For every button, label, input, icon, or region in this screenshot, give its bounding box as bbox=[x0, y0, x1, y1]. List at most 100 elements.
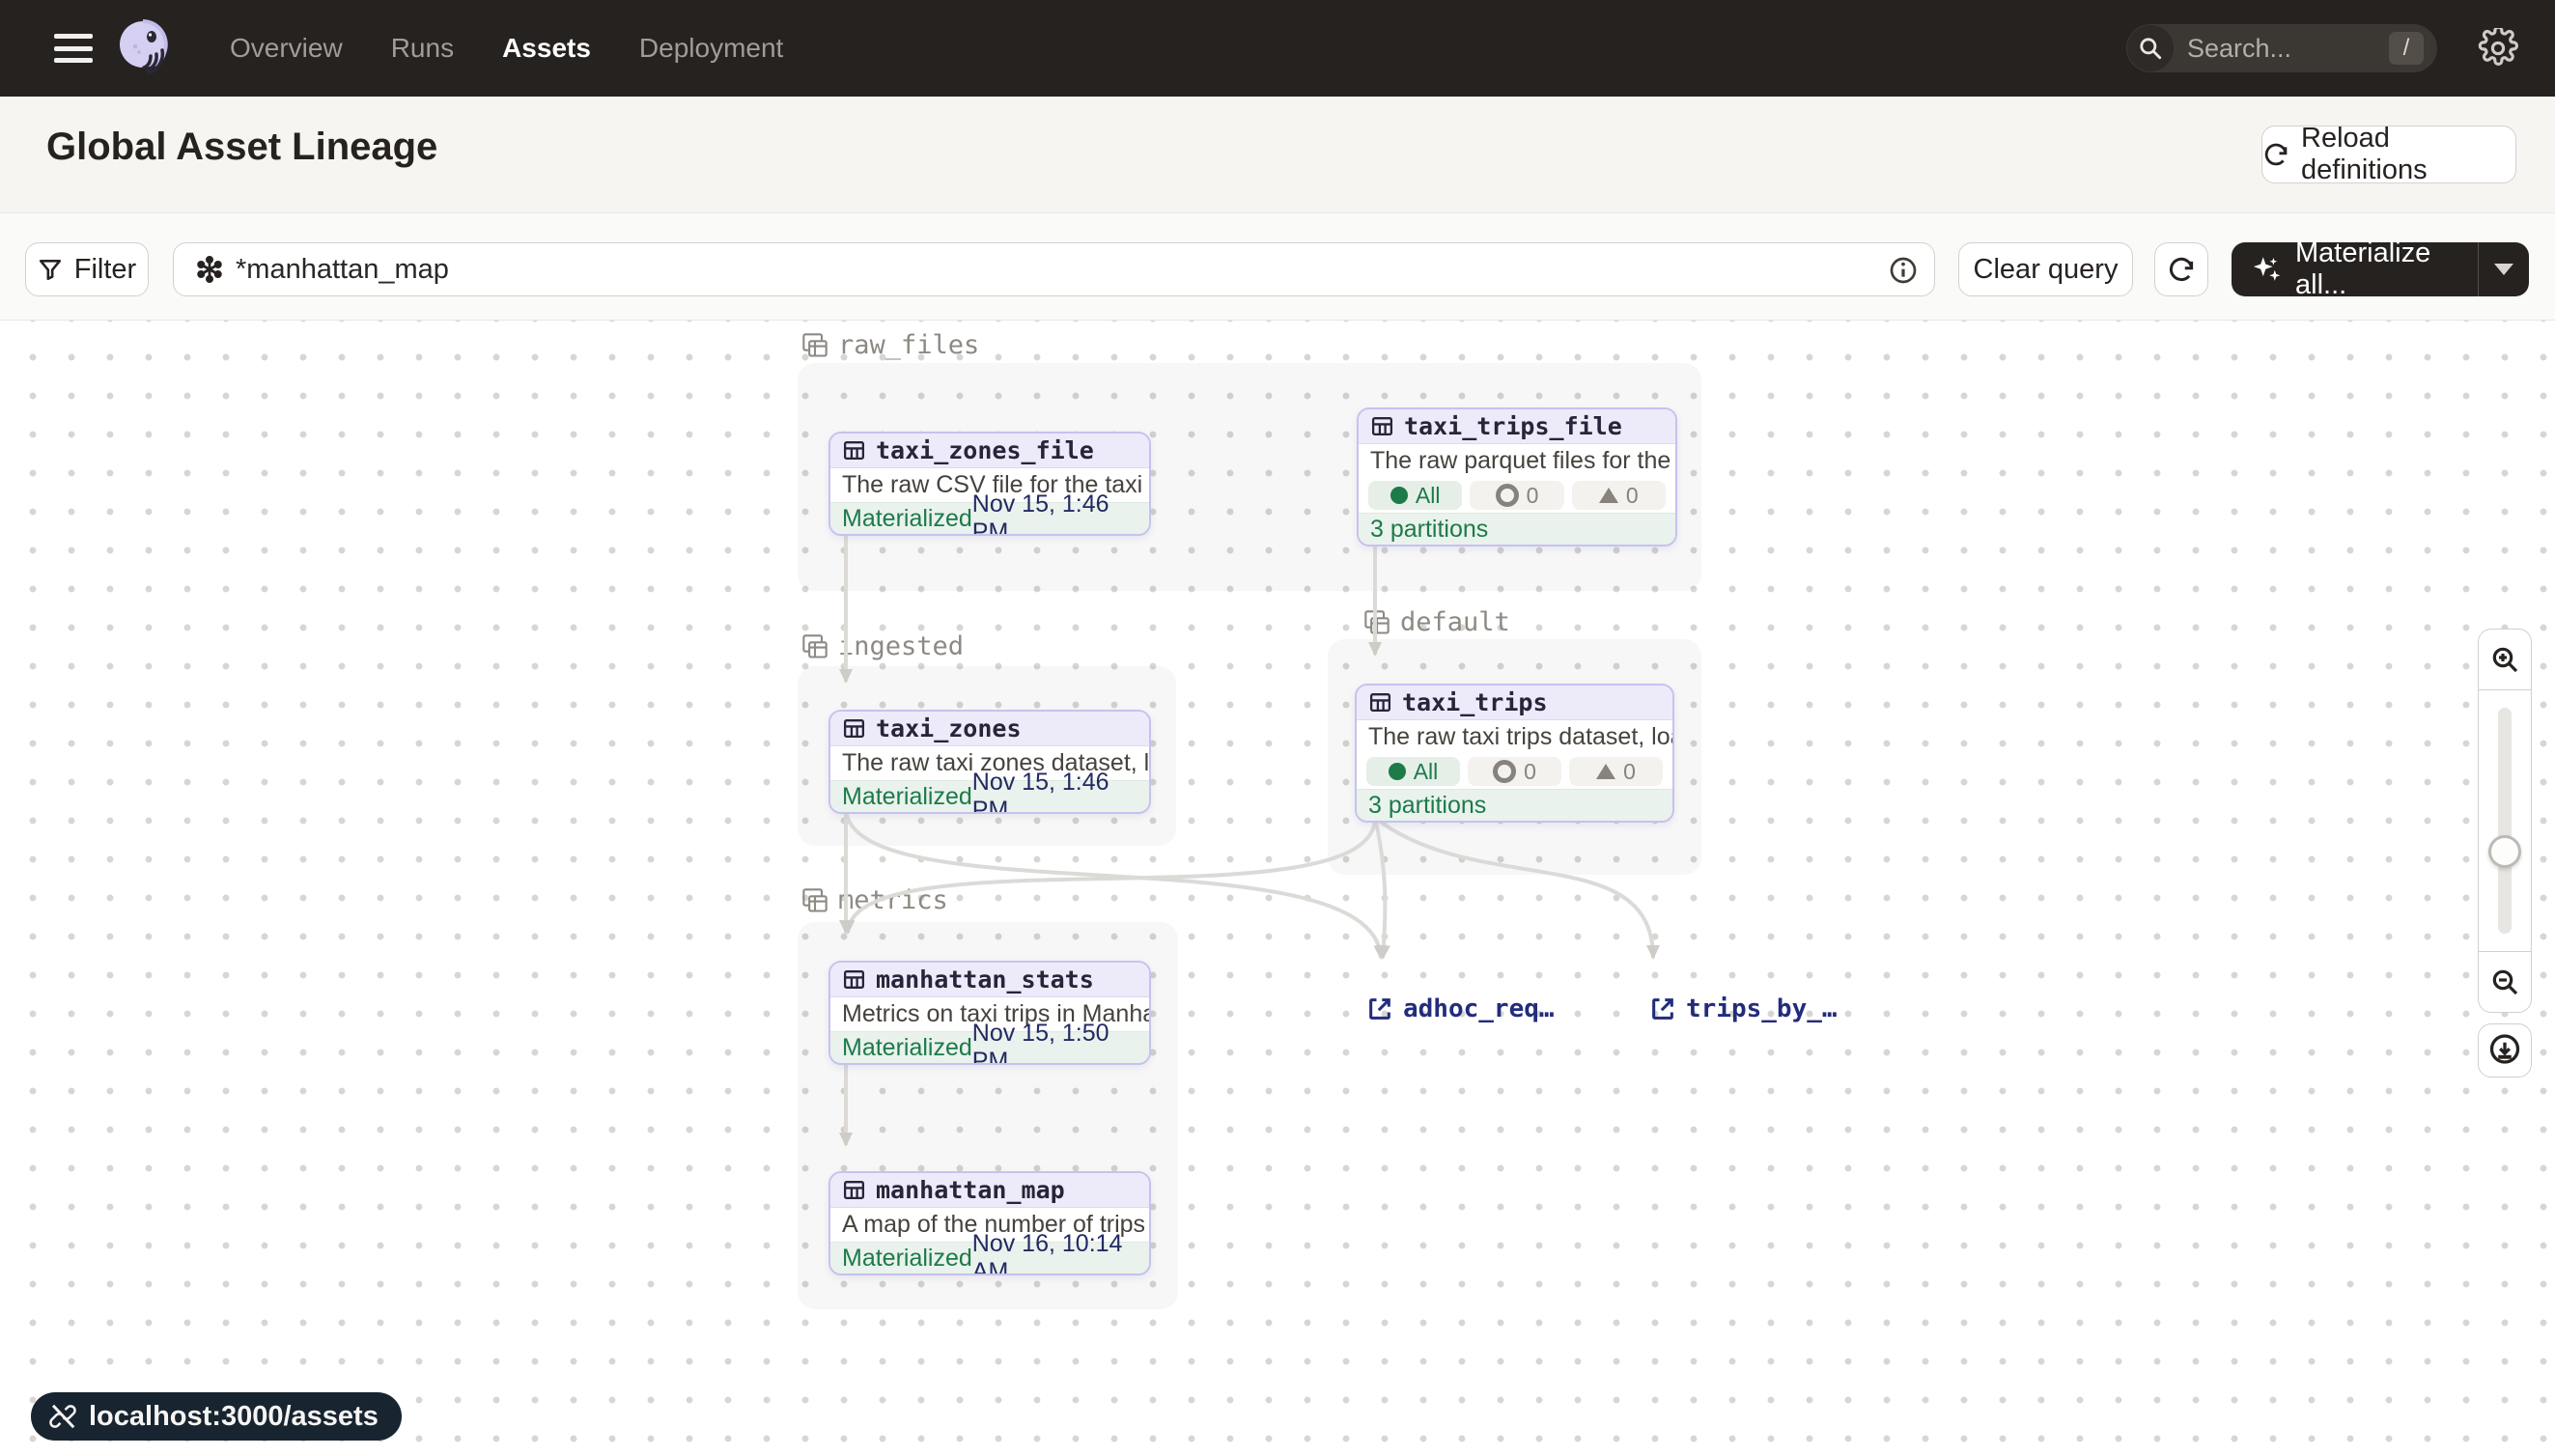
materialization-timestamp[interactable]: Nov 15, 1:50 PM bbox=[972, 1020, 1137, 1065]
external-asset-adhoc-request[interactable]: adhoc_req… bbox=[1366, 994, 1555, 1023]
ring-icon bbox=[1496, 484, 1519, 507]
asset-name: taxi_trips_file bbox=[1404, 412, 1622, 440]
asset-node-taxi-trips-file[interactable]: taxi_trips_file The raw parquet files fo… bbox=[1357, 407, 1677, 546]
zoom-slider-handle[interactable] bbox=[2488, 835, 2521, 868]
refresh-graph-button[interactable] bbox=[2154, 242, 2208, 296]
asset-name: manhattan_map bbox=[876, 1176, 1065, 1204]
asset-name: taxi_zones_file bbox=[876, 436, 1094, 464]
group-tables-icon bbox=[801, 332, 828, 359]
partitions-all-pill[interactable]: All bbox=[1368, 481, 1462, 510]
reload-icon bbox=[2262, 141, 2289, 168]
group-label-raw-files[interactable]: raw_files bbox=[801, 330, 979, 360]
url-status-badge: localhost:3000/assets bbox=[31, 1392, 402, 1441]
asset-description: The raw taxi trips dataset, loaded into … bbox=[1357, 720, 1672, 754]
top-nav: Overview Runs Assets Deployment Search..… bbox=[0, 0, 2555, 97]
group-label-default[interactable]: default bbox=[1363, 607, 1510, 637]
partitions-failed-pill[interactable]: 0 bbox=[1470, 481, 1563, 510]
asset-node-taxi-trips[interactable]: taxi_trips The raw taxi trips dataset, l… bbox=[1355, 684, 1674, 823]
url-text: localhost:3000/assets bbox=[89, 1401, 379, 1433]
zoom-slider[interactable] bbox=[2479, 689, 2531, 952]
lineage-canvas[interactable]: raw_files ingested default metrics bbox=[0, 321, 2555, 1456]
table-icon bbox=[1370, 414, 1394, 438]
group-name: default bbox=[1400, 607, 1510, 637]
asset-selection-input[interactable]: *manhattan_map bbox=[173, 242, 1935, 296]
group-tables-icon bbox=[801, 887, 828, 914]
query-info-icon[interactable] bbox=[1888, 255, 1919, 291]
nav-item-assets[interactable]: Assets bbox=[502, 33, 591, 64]
zoom-controls bbox=[2478, 629, 2532, 1013]
search-icon bbox=[2127, 25, 2174, 71]
status-badge: Materialized bbox=[842, 783, 972, 811]
green-dot-icon bbox=[1390, 487, 1408, 504]
external-asset-name: trips_by_… bbox=[1686, 994, 1838, 1023]
materialization-timestamp[interactable]: Nov 16, 10:14 AM bbox=[972, 1230, 1137, 1275]
clear-query-button[interactable]: Clear query bbox=[1958, 242, 2133, 296]
refresh-icon bbox=[2167, 255, 2196, 284]
download-image-button[interactable] bbox=[2478, 1023, 2532, 1078]
link-slash-icon bbox=[48, 1402, 77, 1431]
zoom-out-icon bbox=[2489, 966, 2520, 997]
group-label-metrics[interactable]: metrics bbox=[801, 885, 948, 915]
asset-node-manhattan-map[interactable]: manhattan_map A map of the number of tri… bbox=[828, 1171, 1151, 1275]
materialize-all-button[interactable]: Materialize all... bbox=[2232, 242, 2529, 296]
filter-funnel-icon bbox=[38, 257, 63, 282]
lineage-toolbar: Filter *manhattan_map Clear query bbox=[0, 213, 2555, 321]
chevron-down-icon bbox=[2494, 264, 2513, 275]
download-icon bbox=[2487, 1033, 2522, 1068]
partitions-footer[interactable]: 3 partitions bbox=[1359, 513, 1675, 545]
partitions-failed-pill[interactable]: 0 bbox=[1468, 757, 1561, 786]
clear-query-label: Clear query bbox=[1974, 254, 2119, 286]
asset-name: taxi_trips bbox=[1402, 688, 1548, 716]
zoom-in-button[interactable] bbox=[2479, 630, 2531, 689]
group-tables-icon bbox=[801, 633, 828, 660]
group-label-ingested[interactable]: ingested bbox=[801, 631, 964, 661]
nav-item-deployment[interactable]: Deployment bbox=[639, 33, 783, 64]
page-header: Global Asset Lineage Reload definitions bbox=[0, 97, 2555, 213]
nav-item-runs[interactable]: Runs bbox=[391, 33, 454, 64]
materialization-timestamp[interactable]: Nov 15, 1:46 PM bbox=[972, 490, 1137, 536]
asset-node-manhattan-stats[interactable]: manhattan_stats Metrics on taxi trips in… bbox=[828, 961, 1151, 1065]
reload-label: Reload definitions bbox=[2301, 123, 2515, 186]
filter-button[interactable]: Filter bbox=[25, 242, 149, 296]
partitions-missing-pill[interactable]: 0 bbox=[1569, 757, 1663, 786]
search-input[interactable]: Search... / bbox=[2126, 24, 2437, 72]
external-link-icon bbox=[1366, 995, 1393, 1022]
asset-node-taxi-zones[interactable]: taxi_zones The raw taxi zones dataset, l… bbox=[828, 710, 1151, 814]
nav-item-overview[interactable]: Overview bbox=[230, 33, 343, 64]
partitions-all-pill[interactable]: All bbox=[1366, 757, 1460, 786]
materialize-dropdown-caret[interactable] bbox=[2479, 264, 2529, 275]
table-icon bbox=[842, 438, 866, 462]
page-title: Global Asset Lineage bbox=[46, 126, 437, 169]
table-icon bbox=[842, 1178, 866, 1202]
materialize-all-label: Materialize all... bbox=[2295, 238, 2478, 301]
external-asset-name: adhoc_req… bbox=[1403, 994, 1555, 1023]
settings-gear-icon[interactable] bbox=[2478, 28, 2518, 69]
asset-name: manhattan_stats bbox=[876, 966, 1094, 994]
ring-icon bbox=[1493, 760, 1516, 783]
dagster-logo-icon[interactable] bbox=[114, 17, 176, 79]
group-name: ingested bbox=[838, 631, 964, 661]
status-badge: Materialized bbox=[842, 505, 972, 533]
green-dot-icon bbox=[1389, 763, 1406, 780]
asset-node-taxi-zones-file[interactable]: taxi_zones_file The raw CSV file for the… bbox=[828, 432, 1151, 536]
external-link-icon bbox=[1649, 995, 1676, 1022]
zoom-slider-track[interactable] bbox=[2498, 708, 2512, 934]
menu-icon[interactable] bbox=[54, 34, 93, 63]
reload-definitions-button[interactable]: Reload definitions bbox=[2261, 126, 2516, 183]
group-name: raw_files bbox=[838, 330, 979, 360]
dagster-app: Overview Runs Assets Deployment Search..… bbox=[0, 0, 2555, 1456]
zoom-out-button[interactable] bbox=[2479, 952, 2531, 1012]
group-tables-icon bbox=[1363, 609, 1390, 636]
materialization-timestamp[interactable]: Nov 15, 1:46 PM bbox=[972, 769, 1137, 814]
table-icon bbox=[842, 716, 866, 741]
asset-graph-icon bbox=[195, 255, 224, 284]
partitions-footer[interactable]: 3 partitions bbox=[1357, 789, 1672, 821]
partitions-missing-pill[interactable]: 0 bbox=[1572, 481, 1666, 510]
filter-label: Filter bbox=[74, 254, 136, 286]
group-name: metrics bbox=[838, 885, 948, 915]
status-badge: Materialized bbox=[842, 1245, 972, 1273]
asset-selection-value: *manhattan_map bbox=[236, 254, 449, 286]
external-asset-trips-by[interactable]: trips_by_… bbox=[1649, 994, 1838, 1023]
zoom-in-icon bbox=[2489, 644, 2520, 675]
asset-description: The raw parquet files for the taxi trips… bbox=[1359, 444, 1675, 478]
